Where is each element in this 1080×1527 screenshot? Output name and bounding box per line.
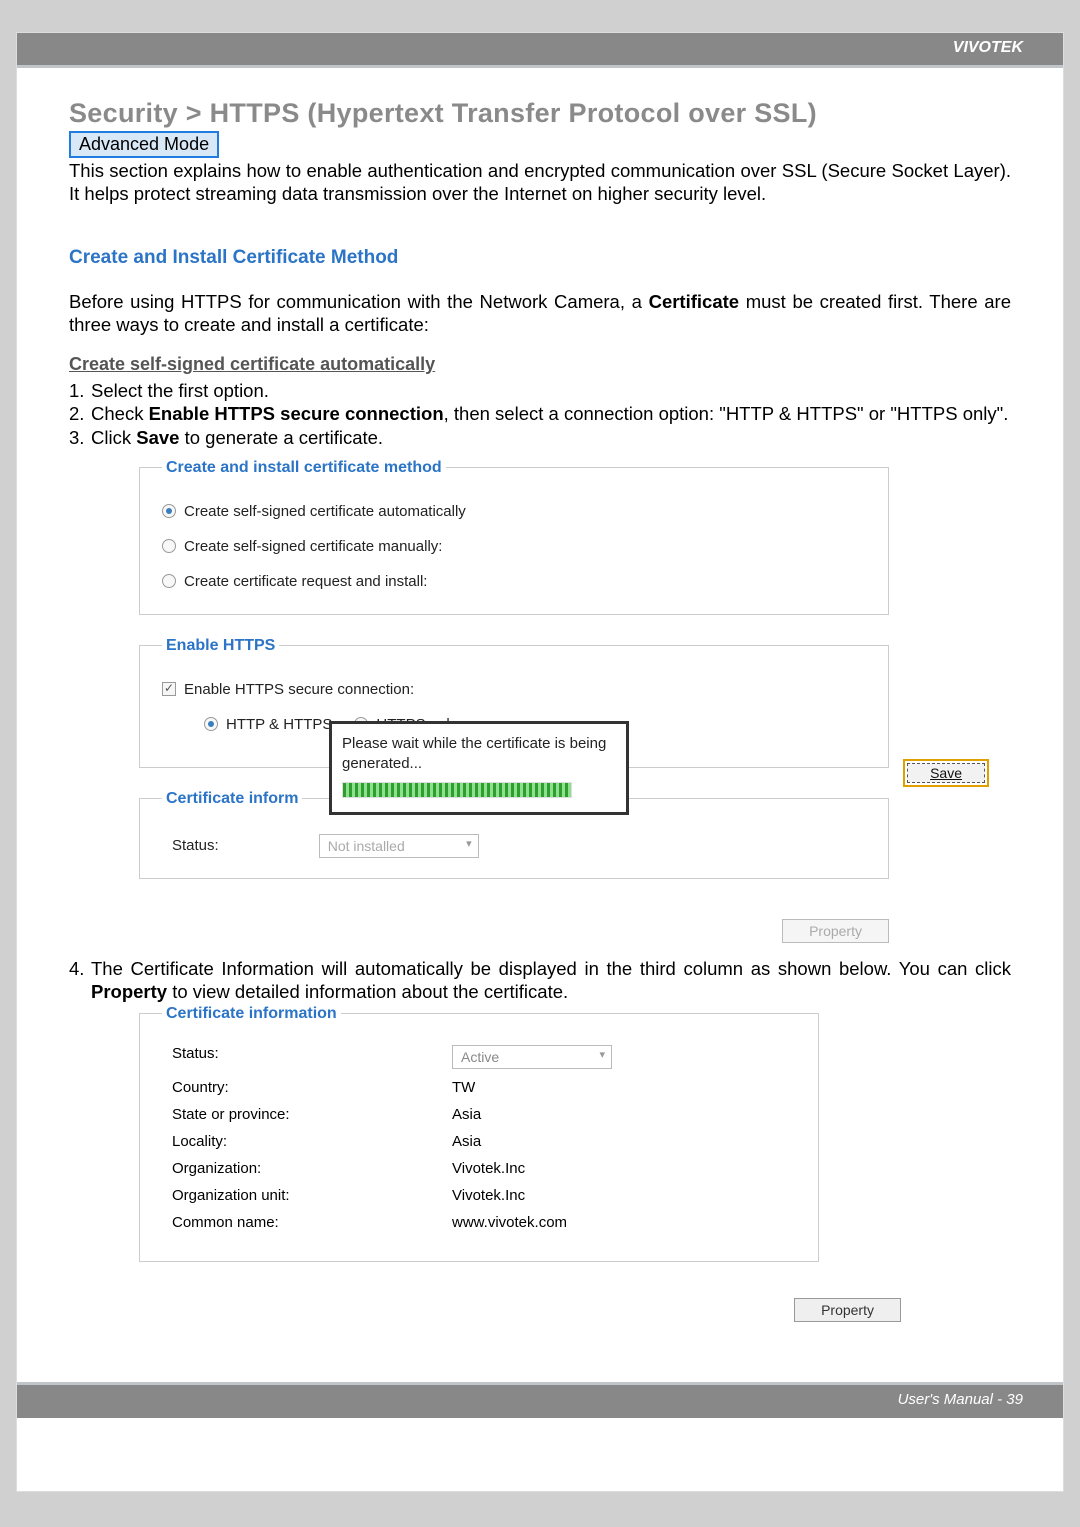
info-row-org: Organization: Vivotek.Inc [172,1160,796,1177]
save-button-label: Save [907,763,985,783]
step-2-post: , then select a connection option: "HTTP… [444,403,1009,424]
radio-manual-label: Create self-signed certificate manually: [184,538,442,555]
fieldset-create-method: Create and install certificate method Cr… [139,459,889,615]
radio-icon [204,717,218,731]
info-value: Vivotek.Inc [452,1160,525,1177]
property-button-disabled[interactable]: Property [782,919,889,943]
checkbox-icon [162,682,176,696]
property-button[interactable]: Property [794,1298,901,1322]
legend-enable-https: Enable HTTPS [162,637,279,655]
info-row-org-unit: Organization unit: Vivotek.Inc [172,1187,796,1204]
info-value: Asia [452,1133,481,1150]
step-1: Select the first option. [69,379,1011,402]
radio-icon [162,539,176,553]
info-key: Common name: [172,1214,452,1231]
info-key: State or province: [172,1106,452,1123]
before-text: Before using HTTPS for communication wit… [69,291,1011,336]
status-dropdown-active[interactable]: Active [452,1045,612,1069]
radio-auto-label: Create self-signed certificate automatic… [184,503,466,520]
step-4-post: to view detailed information about the c… [167,981,568,1002]
checkbox-enable-https[interactable]: Enable HTTPS secure connection: [162,681,866,698]
before-bold: Certificate [649,291,739,312]
step-4: The Certificate Information will automat… [69,957,1011,1003]
popup-message: Please wait while the certificate is bei… [342,734,616,775]
progress-bar [342,782,572,798]
radio-manual[interactable]: Create self-signed certificate manually: [162,538,866,555]
intro-text: This section explains how to enable auth… [69,160,1011,205]
page-footer: User's Manual - 39 [17,1382,1063,1418]
radio-auto[interactable]: Create self-signed certificate automatic… [162,503,866,520]
info-key: Country: [172,1079,452,1096]
info-key: Locality: [172,1133,452,1150]
info-row-status: Status: Active [172,1045,796,1069]
config-panel-2: Certificate information Status: Active C… [139,1005,819,1322]
info-row-common-name: Common name: www.vivotek.com [172,1214,796,1231]
radio-http-https[interactable]: HTTP & HTTPS [204,716,332,733]
config-panel-1: Create and install certificate method Cr… [139,459,889,943]
legend-create-method: Create and install certificate method [162,459,446,477]
status-dropdown[interactable]: Not installed [319,834,479,858]
save-button[interactable]: Save [903,759,989,787]
radio-request-label: Create certificate request and install: [184,573,427,590]
advanced-mode-badge: Advanced Mode [69,131,219,158]
status-label: Status: [172,837,219,854]
page-title: Security > HTTPS (Hypertext Transfer Pro… [69,98,1011,129]
info-value: TW [452,1079,475,1096]
subhead-auto: Create self-signed certificate automatic… [69,354,1011,375]
section-create-install: Create and Install Certificate Method [69,247,1011,269]
info-key: Status: [172,1045,452,1069]
info-value: Asia [452,1106,481,1123]
radio-icon [162,504,176,518]
step-3: Click Save to generate a certificate. [69,426,1011,449]
step-4-pre: The Certificate Information will automat… [91,958,1011,979]
radio-request[interactable]: Create certificate request and install: [162,573,866,590]
info-value: www.vivotek.com [452,1214,567,1231]
info-row-country: Country: TW [172,1079,796,1096]
step-2-bold: Enable HTTPS secure connection [149,403,444,424]
info-value: Vivotek.Inc [452,1187,525,1204]
checkbox-enable-https-label: Enable HTTPS secure connection: [184,681,414,698]
info-row-locality: Locality: Asia [172,1133,796,1150]
info-key: Organization unit: [172,1187,452,1204]
step-3-pre: Click [91,427,136,448]
info-key: Organization: [172,1160,452,1177]
step-2-pre: Check [91,403,149,424]
radio-icon [162,574,176,588]
step-3-bold: Save [136,427,179,448]
step-4-bold: Property [91,981,167,1002]
before-pre: Before using HTTPS for communication wit… [69,291,649,312]
progress-popup: Please wait while the certificate is bei… [329,721,629,816]
info-row-state: State or province: Asia [172,1106,796,1123]
step-1-text: Select the first option. [91,380,269,401]
step-2: Check Enable HTTPS secure connection, th… [69,402,1011,425]
legend-cert-info-1: Certificate inform [162,790,302,808]
fieldset-cert-info-2: Certificate information Status: Active C… [139,1005,819,1262]
radio-http-https-label: HTTP & HTTPS [226,716,332,733]
step-3-post: to generate a certificate. [179,427,383,448]
brand-bar: VIVOTEK [17,33,1063,68]
legend-cert-info-2: Certificate information [162,1005,341,1023]
